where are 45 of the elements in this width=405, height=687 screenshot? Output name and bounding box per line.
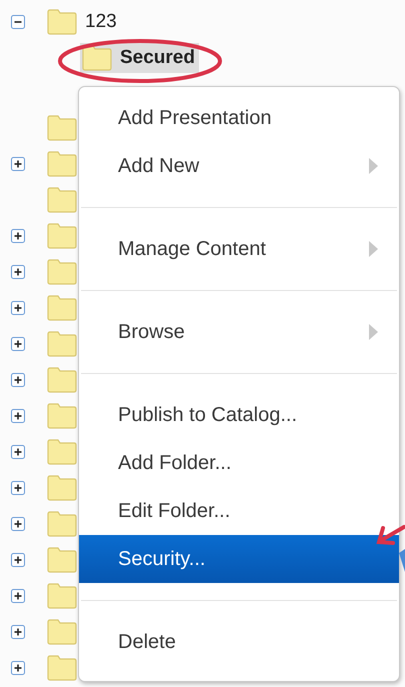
expand-icon[interactable] bbox=[11, 409, 25, 423]
menu-item[interactable]: Add Presentation bbox=[79, 94, 399, 142]
expand-icon[interactable] bbox=[11, 445, 25, 459]
folder-icon bbox=[47, 655, 77, 681]
folder-icon bbox=[47, 439, 77, 465]
expand-icon[interactable] bbox=[11, 301, 25, 315]
menu-item[interactable]: Add Folder... bbox=[79, 439, 399, 487]
expand-icon[interactable] bbox=[11, 373, 25, 387]
folder-icon bbox=[47, 295, 77, 321]
expand-icon[interactable] bbox=[11, 337, 25, 351]
tree-item[interactable]: 123 bbox=[45, 7, 121, 37]
menu-item[interactable]: Delete bbox=[79, 618, 399, 666]
annotation-arrow bbox=[376, 525, 405, 545]
expand-icon[interactable] bbox=[11, 265, 25, 279]
folder-icon bbox=[47, 115, 77, 141]
folder-icon bbox=[47, 583, 77, 609]
folder-icon bbox=[47, 475, 77, 501]
expand-icon[interactable] bbox=[11, 229, 25, 243]
expand-icon[interactable] bbox=[11, 589, 25, 603]
folder-icon bbox=[47, 403, 77, 429]
menu-item[interactable]: Browse bbox=[79, 308, 399, 356]
menu-item[interactable]: Add New bbox=[79, 142, 399, 190]
folder-icon bbox=[47, 259, 77, 285]
folder-icon bbox=[47, 223, 77, 249]
folder-icon bbox=[82, 45, 112, 71]
folder-icon bbox=[47, 9, 77, 35]
folder-icon bbox=[47, 331, 77, 357]
menu-item[interactable]: Manage Content bbox=[79, 225, 399, 273]
expand-icon[interactable] bbox=[11, 157, 25, 171]
expand-icon[interactable] bbox=[11, 481, 25, 495]
expand-icon[interactable] bbox=[11, 517, 25, 531]
menu-item[interactable]: Security... bbox=[79, 535, 399, 583]
folder-icon bbox=[47, 547, 77, 573]
menu-item[interactable]: Edit Folder... bbox=[79, 487, 399, 535]
collapse-icon[interactable] bbox=[11, 15, 25, 29]
menu-item[interactable]: Publish to Catalog... bbox=[79, 391, 399, 439]
expand-icon[interactable] bbox=[11, 625, 25, 639]
folder-icon bbox=[47, 187, 77, 213]
folder-icon bbox=[47, 151, 77, 177]
folder-icon bbox=[47, 619, 77, 645]
folder-icon bbox=[47, 511, 77, 537]
expand-icon[interactable] bbox=[11, 553, 25, 567]
tree-item[interactable]: Secured bbox=[80, 43, 199, 73]
expand-icon[interactable] bbox=[11, 661, 25, 675]
folder-icon bbox=[47, 367, 77, 393]
